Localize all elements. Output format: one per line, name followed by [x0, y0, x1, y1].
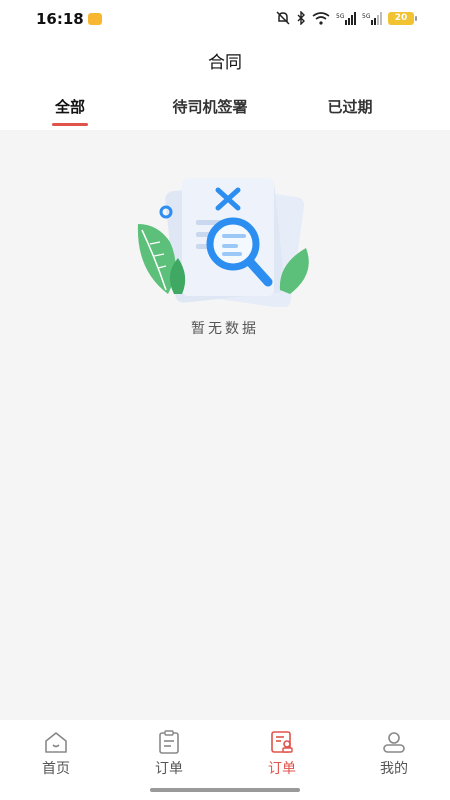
svg-text:5G: 5G [362, 13, 371, 20]
clipboard-icon [159, 730, 179, 754]
contract-list: 暂无数据 [0, 130, 450, 720]
signal-5g-icon: 5G [336, 11, 356, 25]
nav-contracts[interactable]: 订单 [252, 730, 312, 778]
bottom-nav: 首页 订单 订单 我的 [0, 720, 450, 800]
tab-active-indicator [52, 123, 88, 126]
status-icons: 5G 5G 20 [276, 11, 417, 25]
nav-orders[interactable]: 订单 [139, 730, 199, 778]
page-title: 合同 [208, 53, 242, 73]
bell-muted-icon [276, 11, 290, 25]
status-time: 16:18 [36, 10, 84, 28]
app-header: 合同 [0, 38, 450, 88]
home-icon [45, 732, 67, 753]
nav-home-label: 首页 [42, 761, 70, 777]
nav-orders-label: 订单 [155, 761, 183, 777]
user-icon [383, 732, 405, 753]
bluetooth-icon [297, 11, 305, 25]
wifi-icon [312, 11, 330, 25]
notification-icon [88, 13, 102, 25]
tab-expired[interactable]: 已过期 [310, 88, 390, 130]
tab-bar: 全部 待司机签署 已过期 [0, 88, 450, 130]
status-bar: 16:18 5G 5G 20 [0, 0, 450, 38]
nav-profile[interactable]: 我的 [364, 730, 424, 778]
empty-state-text: 暂无数据 [191, 321, 259, 337]
nav-home[interactable]: 首页 [26, 730, 86, 778]
tab-pending-driver-sign[interactable]: 待司机签署 [150, 88, 270, 130]
empty-search-document-icon [137, 178, 309, 307]
nav-contracts-label: 订单 [268, 761, 296, 777]
battery-icon: 20 [388, 11, 417, 25]
nav-profile-label: 我的 [380, 761, 408, 777]
contract-icon [271, 731, 293, 753]
signal-5g-icon: 5G [362, 11, 382, 25]
svg-text:5G: 5G [336, 13, 345, 20]
home-indicator[interactable] [150, 788, 300, 792]
